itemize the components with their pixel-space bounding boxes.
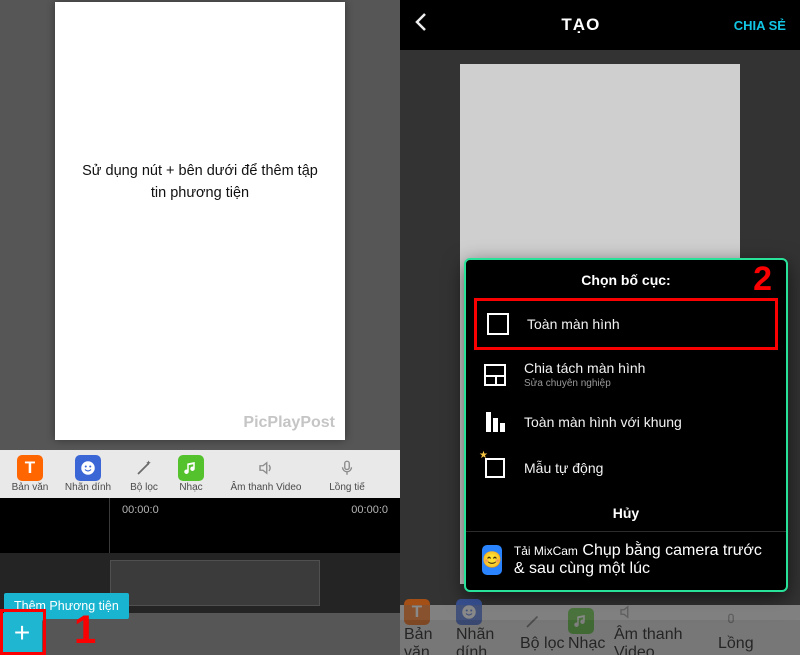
sticker-icon xyxy=(456,599,482,625)
editor-toolbar-dimmed: T Bản văn Nhãn dính Bộ lọc Nhạc xyxy=(400,605,800,655)
tool-audio-dim: Âm thanh Video xyxy=(614,599,718,655)
sheet-title: Chọn bố cục: xyxy=(466,268,786,298)
mic-icon xyxy=(334,455,360,481)
tool-audio[interactable]: Âm thanh Video xyxy=(214,455,318,493)
fullscreen-icon xyxy=(485,311,511,337)
layout-auto-label: Mẫu tự động xyxy=(524,460,603,476)
tool-music-dim: Nhạc xyxy=(568,608,614,653)
layout-fullscreen-label: Toàn màn hình xyxy=(527,316,620,332)
annotation-number-1: 1 xyxy=(74,608,96,653)
tool-voice[interactable]: Lồng tiế xyxy=(318,455,376,493)
tool-filter-label: Bộ lọc xyxy=(130,482,158,493)
tool-audio-label: Âm thanh Video xyxy=(231,482,302,493)
back-button[interactable] xyxy=(414,12,428,38)
tool-sticker-dim: Nhãn dính xyxy=(456,599,520,655)
tool-music[interactable]: Nhạc xyxy=(168,455,214,493)
mic-icon xyxy=(718,608,744,634)
sticker-icon xyxy=(75,455,101,481)
divider xyxy=(466,531,786,532)
preview-area: Sử dụng nút + bên dưới để thêm tập tin p… xyxy=(0,0,400,450)
music-icon xyxy=(568,608,594,634)
left-screen: Sử dụng nút + bên dưới để thêm tập tin p… xyxy=(0,0,400,655)
auto-template-icon xyxy=(482,455,508,481)
wand-icon xyxy=(131,455,157,481)
preview-hint: Sử dụng nút + bên dưới để thêm tập tin p… xyxy=(55,160,345,205)
share-button[interactable]: CHIA SẺ xyxy=(734,18,786,33)
preview-card: Sử dụng nút + bên dưới để thêm tập tin p… xyxy=(55,2,345,440)
tool-voice-label: Lồng tiế xyxy=(329,482,365,493)
tool-text[interactable]: T Bản văn xyxy=(4,455,56,493)
layout-option-auto[interactable]: Mẫu tự động xyxy=(466,445,786,491)
music-icon xyxy=(178,455,204,481)
create-header: TẠO CHIA SẺ xyxy=(400,0,800,50)
mixcam-promo[interactable]: 😊 Tải MixCam Chụp bằng camera trước & sa… xyxy=(466,538,786,584)
clip-placeholder xyxy=(110,560,320,606)
tool-sticker-label: Nhãn dính xyxy=(65,482,111,493)
mixcam-icon: 😊 xyxy=(482,545,502,575)
page-title: TẠO xyxy=(561,15,600,35)
layout-chooser-sheet: 2 Chọn bố cục: Toàn màn hình Chia tách m… xyxy=(464,258,788,592)
mixcam-title: Tải MixCam xyxy=(514,544,578,558)
right-preview-area: 2 Chọn bố cục: Toàn màn hình Chia tách m… xyxy=(400,50,800,620)
layout-option-framed[interactable]: Toàn màn hình với khung xyxy=(466,399,786,445)
speaker-icon xyxy=(614,599,640,625)
tool-voice-dim: Lồng xyxy=(718,608,776,653)
tool-filter-dim: Bộ lọc xyxy=(520,608,568,653)
tool-music-label: Nhạc xyxy=(179,482,202,493)
tool-sticker[interactable]: Nhãn dính xyxy=(56,455,120,493)
text-icon: T xyxy=(17,455,43,481)
speaker-icon xyxy=(253,455,279,481)
tool-text-label: Bản văn xyxy=(12,482,49,493)
layout-split-label: Chia tách màn hình xyxy=(524,360,645,376)
framed-icon xyxy=(482,409,508,435)
editor-toolbar: T Bản văn Nhãn dính Bộ lọc Nhạc xyxy=(0,450,400,498)
split-icon xyxy=(482,362,508,388)
layout-option-split[interactable]: Chia tách màn hình Sửa chuyên nghiệp xyxy=(466,350,786,399)
annotation-number-2: 2 xyxy=(753,260,772,299)
watermark: PicPlayPost xyxy=(243,414,335,432)
wand-icon xyxy=(520,608,546,634)
cancel-button[interactable]: Hủy xyxy=(466,491,786,525)
tool-filter[interactable]: Bộ lọc xyxy=(120,455,168,493)
chevron-left-icon xyxy=(414,12,428,32)
timecode-start: 00:00:0 xyxy=(122,504,159,516)
timecode-end: 00:00:0 xyxy=(351,504,388,516)
layout-option-fullscreen[interactable]: Toàn màn hình xyxy=(474,298,778,350)
right-screen: TẠO CHIA SẺ 2 Chọn bố cục: Toàn màn hình… xyxy=(400,0,800,655)
layout-framed-label: Toàn màn hình với khung xyxy=(524,414,682,430)
layout-split-sublabel: Sửa chuyên nghiệp xyxy=(524,378,645,389)
add-media-button[interactable]: + xyxy=(2,613,42,653)
tool-text-dim: T Bản văn xyxy=(404,599,456,655)
text-icon: T xyxy=(404,599,430,625)
timeline-ruler[interactable]: 00:00:0 00:00:0 xyxy=(0,498,400,553)
